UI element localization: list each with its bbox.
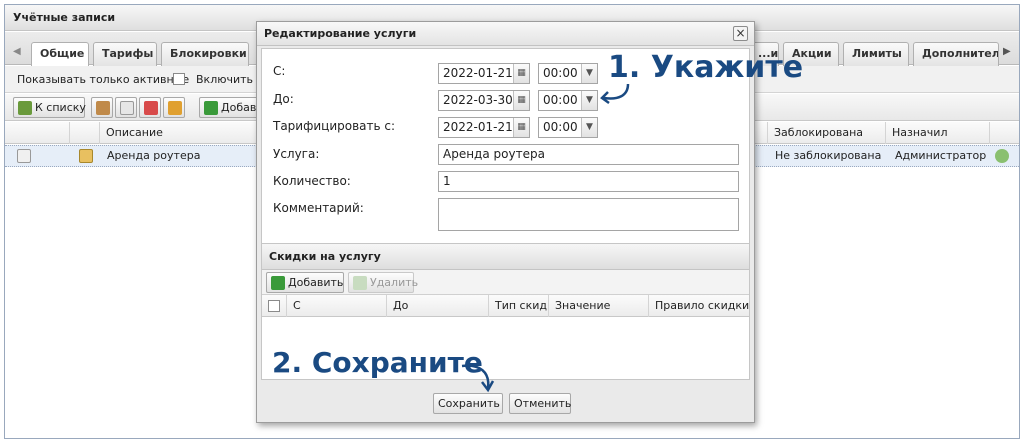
user-icon: [96, 101, 110, 115]
discounts-toolbar: Добавить Удалить: [262, 270, 749, 295]
gh-icon-col-2: [69, 122, 99, 144]
row-description: Аренда роутера: [107, 149, 201, 162]
col-value[interactable]: Значение: [548, 295, 648, 317]
to-label: До:: [273, 92, 294, 106]
service-field[interactable]: Аренда роутера: [438, 144, 739, 165]
comment-field[interactable]: [438, 198, 739, 231]
tab-scroll-left-icon[interactable]: ◀: [13, 46, 21, 57]
charge-time-field[interactable]: 00:00 ▼: [538, 117, 598, 138]
add-discount-label: Добавить: [288, 276, 344, 289]
col-blocked[interactable]: Заблокирована: [767, 122, 885, 144]
to-list-button[interactable]: К списку: [13, 97, 86, 118]
show-active-checkbox[interactable]: [173, 73, 185, 85]
close-icon[interactable]: ×: [733, 26, 748, 41]
calendar-icon[interactable]: ▦: [513, 118, 529, 137]
recycle-icon[interactable]: [995, 149, 1009, 163]
from-time-value: 00:00: [543, 66, 578, 80]
tab-general[interactable]: Общие: [31, 42, 89, 67]
annotation-step1: 1. Укажите: [608, 50, 804, 85]
arrow-step1-icon: [600, 83, 630, 105]
add-icon: [204, 101, 218, 115]
col-discount-rule[interactable]: Правило скидки: [648, 295, 749, 317]
document-button[interactable]: [115, 97, 137, 118]
cancel-button[interactable]: Отменить: [509, 393, 571, 414]
graph-icon: [144, 101, 158, 115]
calendar-icon[interactable]: ▦: [513, 91, 529, 110]
comment-label: Комментарий:: [273, 201, 364, 215]
from-label: С:: [273, 64, 286, 78]
from-time-field[interactable]: 00:00 ▼: [538, 63, 598, 84]
col-assigned-by[interactable]: Назначил: [885, 122, 989, 144]
chevron-down-icon[interactable]: ▼: [581, 64, 597, 83]
discounts-title: Скидки на услугу: [262, 244, 749, 270]
charge-date-field[interactable]: 2022-01-21 ▦: [438, 117, 530, 138]
col-from[interactable]: С: [286, 295, 386, 317]
to-time-field[interactable]: 00:00 ▼: [538, 90, 598, 111]
tab-additional[interactable]: Дополнитель...: [913, 42, 999, 66]
col-discount-type[interactable]: Тип скидки: [488, 295, 548, 317]
gh-icon-col: [39, 122, 69, 144]
from-date-value: 2022-01-21: [443, 66, 513, 80]
tab-blocks[interactable]: Блокировки: [161, 42, 249, 66]
charge-time-value: 00:00: [543, 120, 578, 134]
discounts-grid-header: С До Тип скидки Значение Правило скидки: [262, 295, 749, 317]
to-date-value: 2022-03-30: [443, 93, 513, 107]
select-all-checkbox[interactable]: [268, 300, 280, 312]
list-icon: [18, 101, 32, 115]
chevron-down-icon[interactable]: ▼: [581, 118, 597, 137]
quantity-label: Количество:: [273, 174, 351, 188]
delete-discount-button[interactable]: Удалить: [348, 272, 418, 293]
to-list-label: К списку: [35, 101, 86, 114]
row-blocked: Не заблокирована: [775, 149, 882, 162]
arrow-step2-icon: [461, 364, 495, 393]
add-discount-button[interactable]: Добавить: [266, 272, 344, 293]
edit-icon[interactable]: [17, 149, 31, 163]
tab-tariffs[interactable]: Тарифы: [93, 42, 157, 66]
save-button[interactable]: Сохранить: [433, 393, 503, 414]
row-assigned-by: Администратор: [895, 149, 987, 162]
charge-date-value: 2022-01-21: [443, 120, 513, 134]
graph-button[interactable]: [139, 97, 161, 118]
include-label: Включить п: [196, 73, 264, 86]
calendar-icon[interactable]: ▦: [513, 64, 529, 83]
chevron-down-icon[interactable]: ▼: [581, 91, 597, 110]
chart-button[interactable]: [163, 97, 185, 118]
document-icon: [120, 101, 134, 115]
service-label: Услуга:: [273, 147, 320, 161]
dialog-title: Редактирование услуги: [257, 22, 754, 46]
service-icon: [79, 149, 93, 163]
add-service-button[interactable]: Добави: [199, 97, 263, 118]
delete-discount-label: Удалить: [370, 276, 419, 289]
add-icon: [271, 276, 285, 290]
col-actions: [989, 122, 1019, 144]
show-active-label: Показывать только активные: [17, 73, 190, 86]
charge-from-label: Тарифицировать с:: [273, 119, 396, 133]
recycle-icon: [353, 276, 367, 290]
annotation-step2: 2. Сохраните: [272, 346, 483, 379]
to-time-value: 00:00: [543, 93, 578, 107]
col-to[interactable]: До: [386, 295, 488, 317]
to-date-field[interactable]: 2022-03-30 ▦: [438, 90, 530, 111]
quantity-field[interactable]: 1: [438, 171, 739, 192]
tab-limits[interactable]: Лимиты: [843, 42, 909, 66]
chart-icon: [168, 101, 182, 115]
col-description[interactable]: Описание: [99, 122, 259, 144]
user-button[interactable]: [91, 97, 113, 118]
tab-scroll-right-icon[interactable]: ▶: [1003, 46, 1011, 57]
from-date-field[interactable]: 2022-01-21 ▦: [438, 63, 530, 84]
